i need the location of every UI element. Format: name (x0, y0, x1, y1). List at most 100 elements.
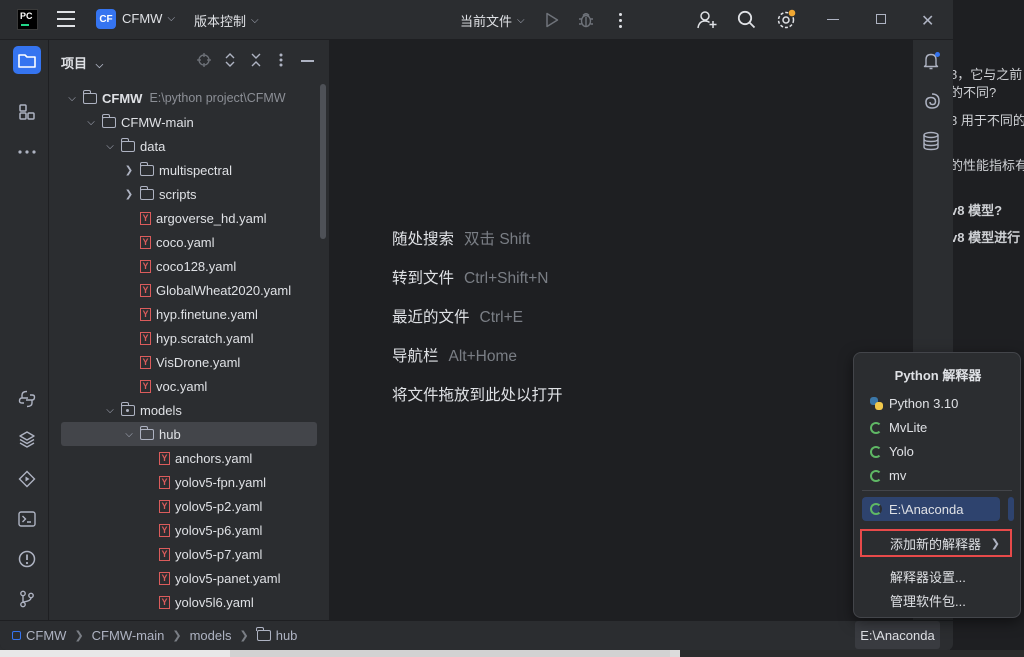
structure-tool-icon[interactable] (13, 98, 41, 126)
tree-file-item[interactable]: Ycoco.yaml (61, 230, 317, 254)
ai-assistant-icon[interactable] (922, 91, 942, 114)
hint-action: 转到文件 (392, 270, 455, 287)
tree-file-item[interactable]: Y VisDrone.yaml (61, 350, 317, 374)
chevron-down-icon: ⌵ (251, 15, 259, 26)
tree-file-item[interactable]: Yyolov5-p7.yaml (61, 542, 317, 566)
tree-folder-item[interactable]: ⌵ data (61, 134, 317, 158)
tree-item-label: hub (159, 426, 181, 442)
project-tree-scrollbar[interactable] (320, 84, 326, 239)
tree-item-label: CFMW (102, 90, 143, 106)
chevron-down-icon[interactable]: ⌵ (103, 405, 117, 416)
interpreter-option[interactable]: Python 3.10 (870, 396, 958, 411)
editor-empty-state: 随处搜索 双击 Shift 转到文件 Ctrl+Shift+N 最近的文件 Ctrl+… (331, 40, 912, 620)
debug-icon[interactable] (578, 11, 594, 28)
tree-item-label: yolov5-p7.yaml (175, 546, 263, 562)
tree-file-item[interactable]: Yyolov5-p2.yaml (61, 494, 317, 518)
python-packages-icon[interactable] (13, 425, 41, 453)
hide-panel-icon[interactable] (301, 60, 314, 62)
python-console-icon[interactable] (13, 385, 41, 413)
tree-file-item[interactable]: Yyolov5l6.yaml (61, 590, 317, 614)
chevron-right-icon: ❯ (172, 630, 182, 642)
breadcrumb-item[interactable]: hub (276, 628, 298, 643)
tree-file-item[interactable]: Yhyp.scratch.yaml (61, 326, 317, 350)
interpreter-option-current[interactable]: E:\Anaconda (862, 497, 1000, 521)
maximize-window-button[interactable] (876, 14, 886, 24)
close-window-button[interactable]: ✕ (921, 11, 934, 31)
tree-item-label: yolov5-p6.yaml (175, 522, 263, 538)
vcs-menu[interactable]: 版本控制 ⌵ (194, 11, 259, 30)
folder-icon (101, 113, 116, 128)
folder-icon (139, 185, 154, 200)
tree-file-item[interactable]: Ycoco128.yaml (61, 254, 317, 278)
services-icon[interactable] (13, 465, 41, 493)
more-actions-icon[interactable] (614, 11, 626, 29)
chevron-down-icon[interactable]: ⌵ (65, 93, 79, 104)
tree-item-label: scripts (159, 186, 197, 202)
project-selector[interactable]: CFMW ⌵ (122, 11, 175, 26)
yaml-file-icon: Y (140, 307, 151, 321)
breadcrumb-item[interactable]: CFMW (26, 628, 66, 643)
yaml-file-icon: Y (140, 379, 151, 393)
search-icon[interactable] (737, 10, 756, 29)
tree-file-item[interactable]: Yyolov5-panet.yaml (61, 566, 317, 590)
tree-item-label: anchors.yaml (175, 450, 253, 466)
yaml-file-icon: Y (140, 211, 151, 225)
chevron-right-icon[interactable]: ❯ (122, 189, 136, 200)
interpreter-option[interactable]: mv (870, 468, 906, 483)
chevron-down-icon[interactable]: ⌵ (84, 117, 98, 128)
pycharm-logo[interactable]: PC (17, 9, 38, 30)
tree-file-item[interactable]: Yvoc.yaml (61, 374, 317, 398)
interpreter-option[interactable]: Yolo (870, 444, 914, 459)
tree-item-path: E:\python project\CFMW (149, 91, 286, 105)
problems-icon[interactable] (13, 545, 41, 573)
collapse-all-icon[interactable] (250, 53, 262, 70)
status-bar: CFMW ❯ CFMW-main ❯ models ❯ hub E:\Anaco… (0, 620, 953, 650)
tree-item-label: VisDrone.yaml (156, 354, 241, 370)
tree-file-item[interactable]: Yyolov5-p6.yaml (61, 518, 317, 542)
tree-folder-item[interactable]: ⌵ CFMW E:\python project\CFMW (61, 86, 317, 110)
notifications-bell-icon[interactable] (922, 51, 942, 74)
chevron-down-icon[interactable]: ⌵ (103, 141, 117, 152)
folder-icon (139, 425, 154, 440)
run-icon[interactable] (545, 12, 559, 28)
add-new-interpreter-item[interactable]: 添加新的解释器 ❯ (860, 529, 1012, 557)
expand-all-icon[interactable] (224, 53, 236, 70)
project-tool-icon[interactable] (13, 46, 41, 74)
chevron-right-icon[interactable]: ❯ (122, 165, 136, 176)
tree-folder-item[interactable]: ⌵ models (61, 398, 317, 422)
panel-options-icon[interactable] (279, 53, 283, 70)
tree-file-item[interactable]: Yhyp.finetune.yaml (61, 302, 317, 326)
tree-folder-item[interactable]: ⌵ hub (61, 422, 317, 446)
tree-file-item[interactable]: Yanchors.yaml (61, 446, 317, 470)
tree-file-item[interactable]: Yyolov5-fpn.yaml (61, 470, 317, 494)
package-folder-icon (120, 401, 135, 416)
interpreter-settings-item[interactable]: 解释器设置... (890, 567, 966, 586)
code-with-me-icon[interactable] (697, 10, 717, 29)
settings-gear-icon[interactable] (776, 9, 797, 30)
chevron-down-icon[interactable]: ⌵ (122, 429, 136, 440)
hint-action: 将文件拖放到此处以打开 (392, 387, 563, 404)
tree-folder-item[interactable]: ❯ scripts (61, 182, 317, 206)
tree-folder-item[interactable]: ⌵ CFMW-main (61, 110, 317, 134)
main-menu-icon[interactable] (57, 11, 75, 27)
project-view-selector[interactable]: 项目 ⌵ (61, 53, 103, 72)
run-config-selector[interactable]: 当前文件 ⌵ (460, 11, 525, 30)
interpreter-status-widget[interactable]: E:\Anaconda (855, 621, 940, 649)
database-icon[interactable] (922, 131, 940, 154)
locate-file-icon[interactable] (197, 53, 211, 70)
git-branch-icon[interactable] (13, 585, 41, 613)
loading-spinner-icon (870, 421, 882, 434)
breadcrumb-item[interactable]: models (190, 628, 232, 643)
tree-item-label: yolov5-panet.yaml (175, 570, 281, 586)
breadcrumb-item[interactable]: CFMW-main (92, 628, 165, 643)
project-badge[interactable]: CF (96, 9, 116, 29)
manage-packages-item[interactable]: 管理软件包... (890, 591, 966, 610)
tree-file-item[interactable]: Yargoverse_hd.yaml (61, 206, 317, 230)
popup-divider (862, 490, 1012, 491)
interpreter-option[interactable]: MvLite (870, 420, 927, 435)
terminal-icon[interactable] (13, 505, 41, 533)
minimize-window-button[interactable] (827, 19, 839, 20)
more-tools-icon[interactable] (13, 138, 41, 166)
tree-folder-item[interactable]: ❯ multispectral (61, 158, 317, 182)
tree-file-item[interactable]: Y GlobalWheat2020.yaml (61, 278, 317, 302)
